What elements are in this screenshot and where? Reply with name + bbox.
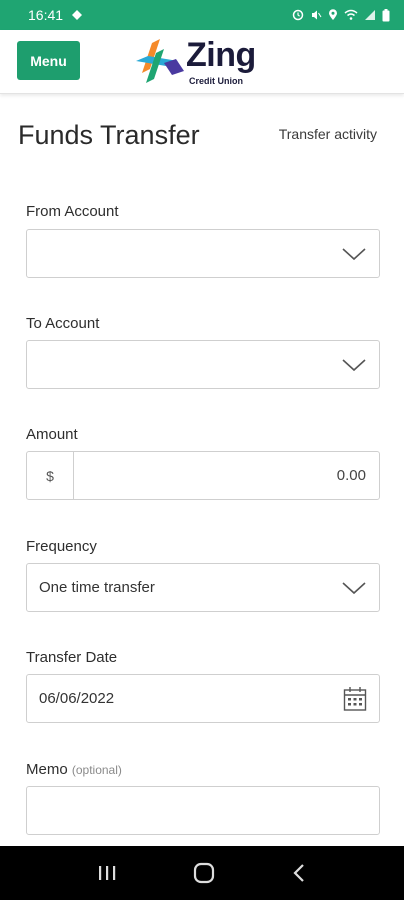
from-account-select[interactable] xyxy=(26,229,380,278)
logo-text: Zing xyxy=(186,36,256,74)
recent-apps-icon[interactable] xyxy=(97,864,117,882)
transfer-date-value: 06/06/2022 xyxy=(39,690,115,707)
transfer-date-field[interactable]: 06/06/2022 xyxy=(26,674,380,723)
alarm-icon xyxy=(292,9,304,21)
system-nav-bar xyxy=(0,846,404,900)
mute-icon xyxy=(312,10,322,20)
frequency-select[interactable]: One time transfer xyxy=(26,563,380,612)
memo-label-text: Memo xyxy=(26,761,68,778)
menu-button[interactable]: Menu xyxy=(17,41,80,80)
transfer-date-label: Transfer Date xyxy=(26,649,118,666)
chevron-down-icon xyxy=(342,582,366,595)
zing-logo-mark-icon xyxy=(136,39,184,83)
amount-label: Amount xyxy=(26,426,78,443)
memo-optional-hint: (optional) xyxy=(71,763,122,777)
chevron-down-icon xyxy=(342,248,366,261)
chevron-down-icon xyxy=(342,359,366,372)
transfer-activity-link[interactable]: Transfer activity xyxy=(279,126,377,142)
logo-subtitle: Credit Union xyxy=(189,76,243,86)
home-icon[interactable] xyxy=(192,862,216,884)
page-title: Funds Transfer xyxy=(18,120,200,150)
amount-field: $ 0.00 xyxy=(26,451,380,500)
status-time: 16:41 xyxy=(28,7,64,23)
to-account-select[interactable] xyxy=(26,340,380,389)
back-icon[interactable] xyxy=(291,863,307,883)
amount-input[interactable]: 0.00 xyxy=(74,467,379,484)
memo-label: Memo (optional) xyxy=(26,761,122,778)
frequency-label: Frequency xyxy=(26,538,97,555)
frequency-value: One time transfer xyxy=(39,579,155,596)
notification-icon xyxy=(72,10,83,20)
app-header: Menu Zing Credit Union xyxy=(0,30,404,94)
zing-logo[interactable]: Zing Credit Union xyxy=(134,36,274,90)
currency-prefix: $ xyxy=(27,452,74,499)
calendar-icon[interactable] xyxy=(343,686,367,712)
location-icon xyxy=(329,9,337,20)
memo-input[interactable] xyxy=(26,786,380,835)
to-account-label: To Account xyxy=(26,315,100,332)
wifi-icon xyxy=(344,9,358,20)
signal-icon xyxy=(365,10,375,20)
status-bar: 16:41 xyxy=(0,0,404,30)
battery-icon xyxy=(382,8,390,21)
from-account-label: From Account xyxy=(26,203,119,220)
